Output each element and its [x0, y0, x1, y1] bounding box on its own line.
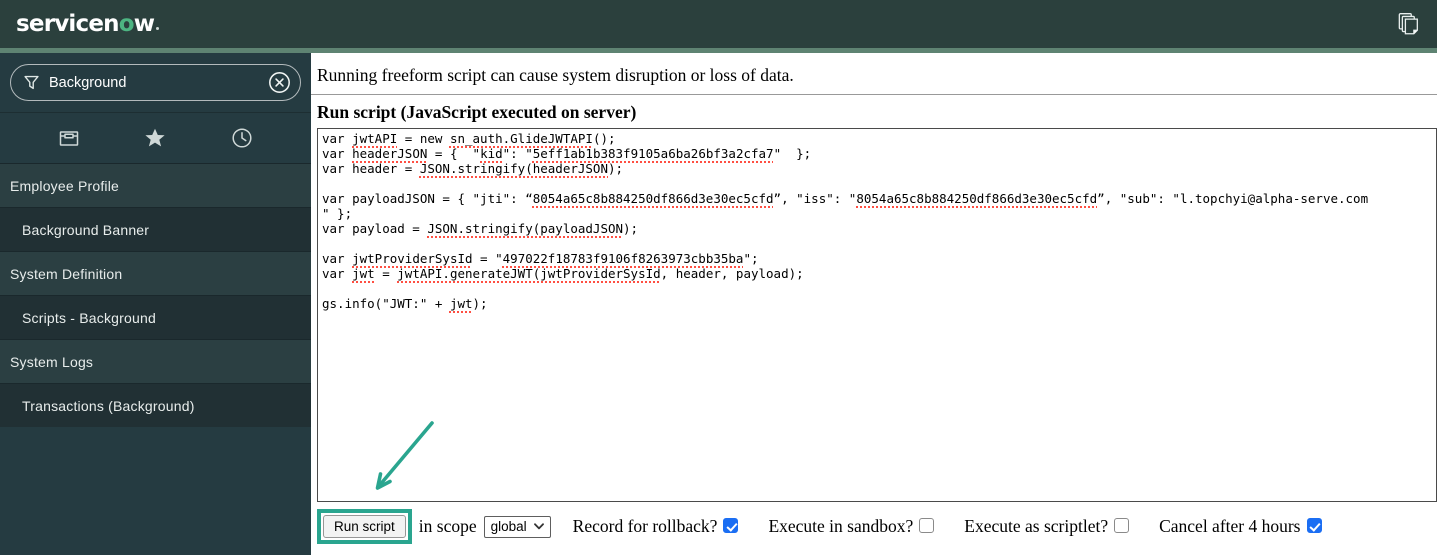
code-line: var header = JSON.stringify(headerJSON);: [322, 161, 624, 176]
checkbox-item: Record for rollback?: [573, 516, 739, 537]
code-line: " };: [322, 206, 353, 221]
nav-item-transactions-background[interactable]: Transactions (Background): [0, 383, 311, 427]
run-script-heading: Run script (JavaScript executed on serve…: [317, 102, 637, 122]
nav-item-background-banner[interactable]: Background Banner: [0, 207, 311, 251]
record-for-rollback-checkbox[interactable]: [723, 518, 739, 533]
execute-as-scriptlet-checkbox[interactable]: [1114, 518, 1130, 533]
logo-trademark-dot: [156, 27, 160, 30]
code-line: var payloadJSON = { "jti": “8054a65c8b88…: [322, 191, 1369, 206]
navigator-tabs: [0, 113, 311, 163]
checkbox-item: Execute in sandbox?: [768, 516, 935, 537]
nav-item-label: Background Banner: [22, 221, 150, 238]
run-script-button[interactable]: Run script: [323, 515, 406, 538]
nav-item-system-definition[interactable]: System Definition: [0, 251, 311, 295]
code-line: var jwtAPI = new sn_auth.GlideJWTAPI();: [322, 131, 616, 146]
navigator-sidebar: Employee Profile Background Banner System …: [0, 53, 311, 555]
nav-item-employee-profile[interactable]: Employee Profile: [0, 163, 311, 207]
logo-text-prefix: servicen: [16, 11, 120, 37]
scope-label: in scope: [418, 516, 477, 536]
filter-input[interactable]: [49, 74, 267, 91]
execute-in-sandbox-checkbox[interactable]: [919, 518, 935, 533]
checkbox-group: Record for rollback? Execute in sandbox? E…: [573, 516, 1322, 537]
favorites-star-icon[interactable]: [143, 126, 167, 150]
scope-select[interactable]: global: [483, 515, 551, 538]
main-content: Running freeform script can cause system…: [311, 53, 1437, 555]
script-editor[interactable]: var jwtAPI = new sn_auth.GlideJWTAPI(); v…: [317, 128, 1437, 502]
code-line: var payload = JSON.stringify(payloadJSON…: [322, 221, 639, 236]
section-divider: [311, 94, 1437, 95]
servicenow-logo: servicenow: [16, 0, 160, 48]
code-line: gs.info("JWT:" + jwt);: [322, 296, 488, 311]
logo-green-o: o: [118, 11, 135, 37]
nav-item-system-logs[interactable]: System Logs: [0, 339, 311, 383]
checkbox-item: Execute as scriptlet?: [964, 516, 1130, 537]
history-clock-icon[interactable]: [230, 126, 254, 150]
controls-row: Run script in scope global Record for ro…: [317, 509, 1437, 544]
app-window: servicenow Background Employee Profile B…: [0, 0, 1437, 555]
scope-chevron-icon: [533, 522, 544, 530]
nav-item-label: Transactions (Background): [22, 397, 195, 414]
nav-item-label: System Definition: [10, 265, 123, 282]
checkbox-label: Record for rollback?: [572, 516, 718, 536]
code-line: var jwt = jwtAPI.generateJWT(jwtProvider…: [322, 266, 804, 281]
code-line: var jwtProviderSysId = "497022f18783f910…: [322, 251, 759, 266]
annotation-highlight-box: Run script: [317, 509, 412, 544]
scope-select-value: global: [490, 518, 527, 534]
logo-text-suffix: w: [133, 11, 155, 37]
nav-item-label: Employee Profile: [10, 177, 120, 194]
checkbox-label: Cancel after 4 hours: [1159, 516, 1301, 536]
cancel-after-4-hours-checkbox[interactable]: [1306, 518, 1322, 533]
checkbox-item: Cancel after 4 hours: [1159, 516, 1322, 537]
copy-pages-icon[interactable]: [1393, 9, 1423, 39]
all-applications-box-icon[interactable]: [57, 126, 81, 150]
checkbox-label: Execute as scriptlet?: [964, 516, 1109, 536]
nav-item-label: System Logs: [10, 353, 94, 370]
app-header: servicenow: [0, 0, 1437, 48]
filter-clear-icon[interactable]: [267, 70, 292, 95]
nav-item-label: Scripts - Background: [22, 309, 156, 326]
checkbox-label: Execute in sandbox?: [768, 516, 914, 536]
nav-item-scripts-background[interactable]: Scripts - Background: [0, 295, 311, 339]
filter-input-wrapper[interactable]: [10, 64, 301, 101]
navigation-list: Employee Profile Background Banner System …: [0, 163, 311, 427]
code-line: var headerJSON = { "kid": "5eff1ab1b383f…: [322, 146, 812, 161]
filter-funnel-icon: [24, 75, 39, 90]
filter-navigator: [0, 53, 311, 113]
warning-text: Running freeform script can cause system…: [317, 65, 794, 85]
